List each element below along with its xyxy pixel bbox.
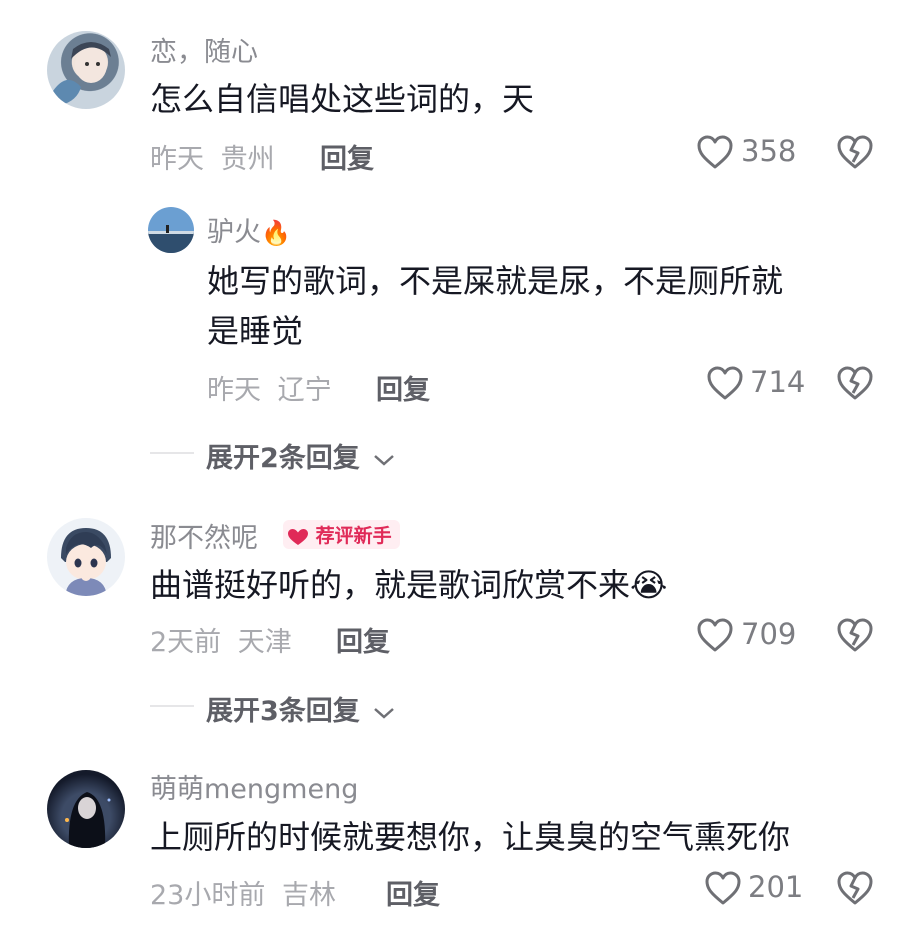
like-button[interactable] bbox=[696, 617, 734, 653]
comment-location: 吉林 bbox=[281, 880, 336, 911]
reply-location: 辽宁 bbox=[277, 375, 332, 406]
comment-text: 上厕所的时候就要想你，让臭臭的空气熏死你 bbox=[150, 818, 791, 856]
comment-text: 怎么自信唱处这些词的，天 bbox=[150, 80, 535, 118]
avatar-image bbox=[65, 792, 111, 848]
dislike-button[interactable] bbox=[836, 134, 874, 170]
expand-replies-button[interactable]: 展开3条回复 bbox=[206, 689, 395, 728]
badge-heart-icon bbox=[288, 528, 308, 545]
username[interactable]: 驴火🔥 bbox=[207, 210, 291, 249]
heart-outline-icon bbox=[697, 618, 733, 652]
comment-location: 天津 bbox=[237, 627, 292, 658]
username-text: 驴火 bbox=[207, 217, 261, 248]
avatar-image bbox=[61, 528, 111, 596]
broken-heart-icon bbox=[837, 618, 873, 652]
expand-replies-label: 展开3条回复 bbox=[206, 696, 360, 727]
comment-meta: 2天前 天津 bbox=[150, 620, 292, 659]
comment-meta: 23小时前 吉林 bbox=[150, 873, 336, 912]
comment-meta: 昨天 贵州 bbox=[150, 137, 275, 176]
heart-outline-icon bbox=[705, 871, 741, 905]
reply-button[interactable]: 回复 bbox=[336, 620, 390, 659]
username[interactable]: 那不然呢 bbox=[150, 516, 258, 555]
reply-button[interactable]: 回复 bbox=[386, 873, 440, 912]
like-count: 714 bbox=[750, 365, 806, 399]
avatar-image bbox=[53, 42, 111, 105]
reply-text: 她写的歌词，不是屎就是尿，不是厕所就 是睡觉 bbox=[207, 256, 887, 356]
dislike-button[interactable] bbox=[836, 870, 874, 906]
reply-text-line: 是睡觉 bbox=[207, 312, 304, 350]
reply-text-line: 她写的歌词，不是屎就是尿，不是厕所就 bbox=[207, 262, 784, 300]
comment-text-content: 曲谱挺好听的，就是歌词欣赏不来 bbox=[150, 566, 631, 604]
broken-heart-icon bbox=[837, 871, 873, 905]
reply-time: 昨天 bbox=[207, 375, 261, 406]
like-count: 201 bbox=[748, 870, 804, 904]
broken-heart-icon bbox=[837, 366, 873, 400]
avatar[interactable] bbox=[47, 518, 125, 596]
chevron-down-icon bbox=[374, 707, 395, 719]
comment-location: 贵州 bbox=[220, 144, 275, 175]
comment-time: 23小时前 bbox=[150, 880, 266, 911]
like-button[interactable] bbox=[696, 134, 734, 170]
like-count: 358 bbox=[741, 134, 797, 168]
recommend-badge: 荐评新手 bbox=[283, 520, 400, 549]
avatar[interactable] bbox=[47, 31, 125, 109]
chevron-down-icon bbox=[374, 454, 395, 466]
like-count: 709 bbox=[741, 617, 797, 651]
dislike-button[interactable] bbox=[836, 617, 874, 653]
fire-emoji: 🔥 bbox=[261, 219, 291, 247]
dislike-button[interactable] bbox=[836, 365, 874, 401]
like-button[interactable] bbox=[706, 365, 744, 401]
divider bbox=[150, 705, 194, 707]
divider bbox=[150, 452, 194, 454]
like-button[interactable] bbox=[704, 870, 742, 906]
username[interactable]: 萌萌mengmeng bbox=[150, 767, 358, 806]
username[interactable]: 恋，随心 bbox=[150, 30, 258, 69]
avatar[interactable] bbox=[47, 770, 125, 848]
reply-meta: 昨天 辽宁 bbox=[207, 368, 332, 407]
crying-emoji: 😭 bbox=[630, 566, 668, 604]
avatar[interactable] bbox=[148, 207, 194, 253]
expand-replies-label: 展开2条回复 bbox=[206, 443, 360, 474]
comment-text: 曲谱挺好听的，就是歌词欣赏不来😭 bbox=[150, 560, 667, 610]
reply-button[interactable]: 回复 bbox=[320, 137, 374, 176]
reply-button[interactable]: 回复 bbox=[376, 368, 430, 407]
comment-time: 昨天 bbox=[150, 144, 204, 175]
expand-replies-button[interactable]: 展开2条回复 bbox=[206, 436, 395, 475]
avatar-image bbox=[148, 225, 194, 253]
badge-label: 荐评新手 bbox=[315, 525, 392, 547]
heart-outline-icon bbox=[707, 366, 743, 400]
heart-outline-icon bbox=[697, 135, 733, 169]
comment-time: 2天前 bbox=[150, 627, 222, 658]
broken-heart-icon bbox=[837, 135, 873, 169]
